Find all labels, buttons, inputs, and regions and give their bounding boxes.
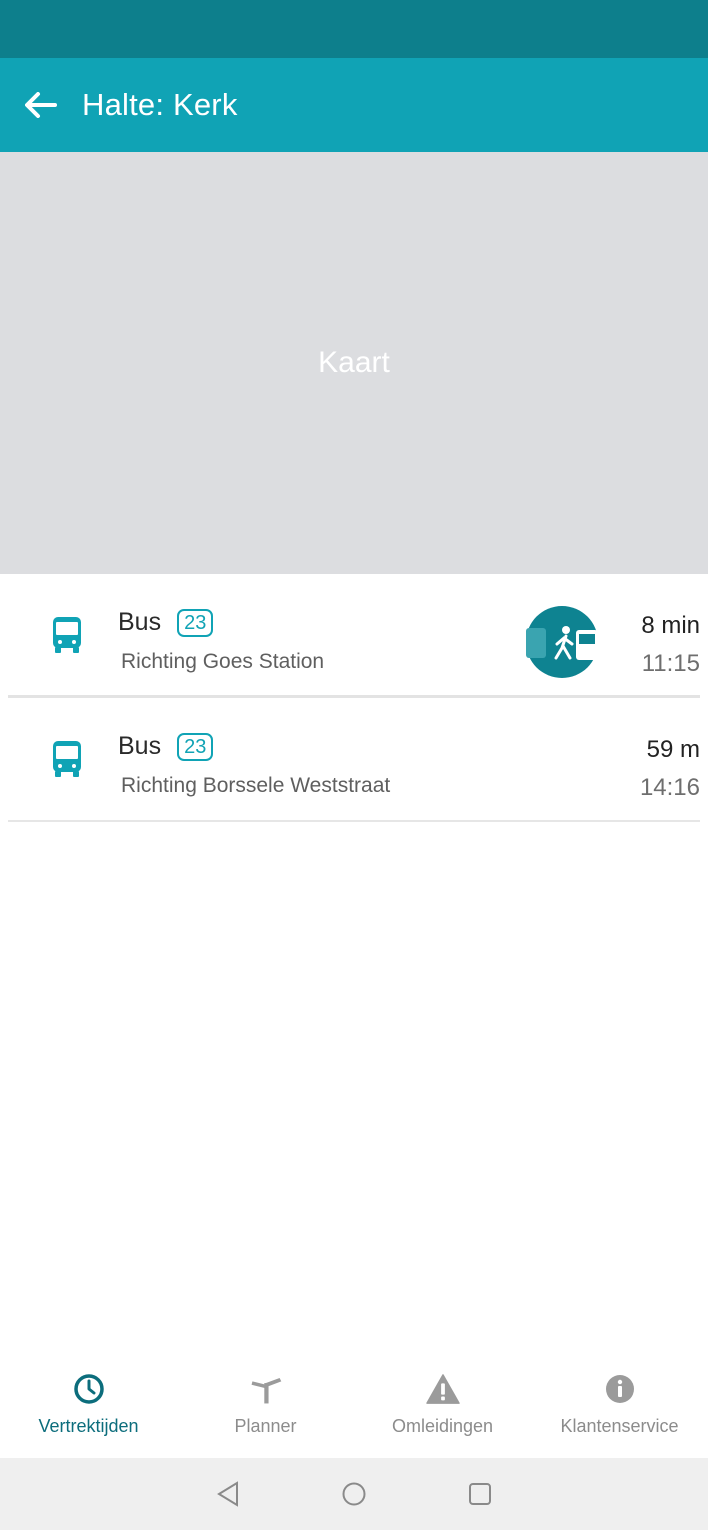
map-placeholder-label: Kaart: [318, 346, 390, 379]
nav-label: Vertrektijden: [38, 1416, 139, 1436]
system-navigation-bar: [0, 1458, 708, 1530]
direction-label: Richting Goes Station: [121, 650, 325, 673]
back-button[interactable]: [0, 58, 80, 152]
nav-item-klantenservice[interactable]: Klantenservice: [531, 1354, 708, 1458]
square-recents-icon: [469, 1483, 491, 1505]
clock-icon: [73, 1374, 104, 1404]
circle-home-icon: [342, 1482, 366, 1506]
nav-label: Klantenservice: [560, 1416, 679, 1436]
direction-label: Richting Borssele Weststraat: [121, 774, 391, 797]
warning-icon: [425, 1374, 460, 1404]
nav-label: Planner: [234, 1416, 297, 1436]
arrow-left-icon: [25, 92, 57, 118]
walk-to-stop-icon: [526, 606, 598, 678]
map-view[interactable]: Kaart: [0, 152, 708, 574]
signpost-icon: [251, 1377, 281, 1404]
triangle-back-icon: [217, 1481, 238, 1507]
departure-time: 11:15: [641, 650, 700, 677]
app-bar: Halte: Kerk: [0, 58, 708, 152]
line-info: Bus 23: [118, 608, 214, 637]
transport-mode: Bus: [118, 608, 162, 636]
nav-item-omleidingen[interactable]: Omleidingen: [354, 1354, 531, 1458]
bus-icon: [53, 741, 81, 777]
line-number-badge: 23: [177, 608, 214, 637]
departure-list: Bus 23 Richting Goes Station 8 min 11:15…: [0, 574, 708, 822]
departure-row[interactable]: Bus 23 Richting Borssele Weststraat 59 m…: [8, 698, 700, 822]
line-info: Bus 23: [118, 732, 214, 761]
bottom-navigation: Vertrektijden Planner Omleidingen Klante…: [0, 1354, 708, 1458]
departure-time: 14:16: [639, 774, 700, 801]
relative-departure-time: 8 min: [641, 612, 700, 639]
line-number-badge: 23: [177, 732, 214, 761]
departure-row[interactable]: Bus 23 Richting Goes Station 8 min 11:15: [8, 574, 700, 698]
transport-mode: Bus: [118, 732, 162, 760]
system-recents-button[interactable]: [462, 1476, 498, 1512]
relative-departure-time: 59 m: [646, 736, 700, 763]
bus-icon: [53, 617, 81, 653]
nav-item-planner[interactable]: Planner: [177, 1354, 354, 1458]
info-icon: [605, 1375, 634, 1403]
nav-item-vertrektijden[interactable]: Vertrektijden: [0, 1354, 177, 1458]
system-home-button[interactable]: [336, 1476, 372, 1512]
system-back-button[interactable]: [210, 1476, 246, 1512]
nav-label: Omleidingen: [391, 1416, 494, 1436]
status-bar: [0, 0, 708, 58]
page-title: Halte: Kerk: [82, 87, 238, 122]
